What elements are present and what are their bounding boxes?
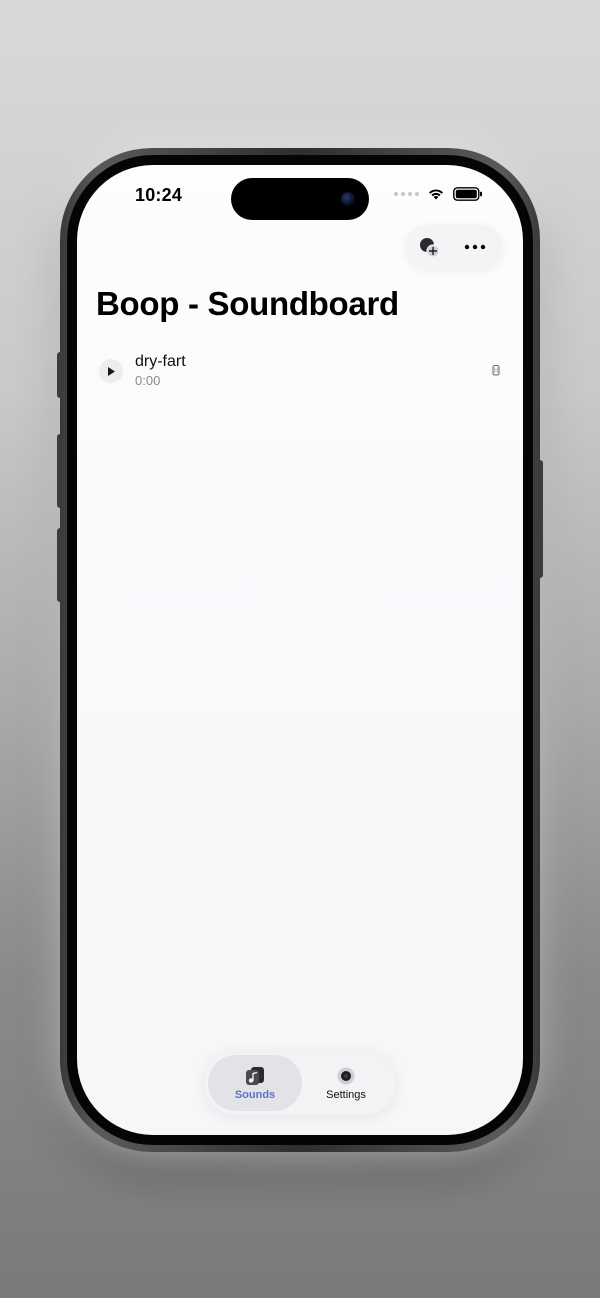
status-time: 10:24: [135, 185, 183, 205]
power-button: [537, 460, 543, 578]
cellular-signal-icon: [394, 192, 419, 196]
list-item[interactable]: dry-fart 0:00: [77, 347, 523, 395]
volume-down-button: [57, 528, 63, 602]
ellipsis-icon: [464, 244, 486, 250]
app-screen: 10:24 Boop - Soundboard dry-fart 0:00 So…: [77, 165, 523, 1135]
play-icon: [108, 366, 115, 376]
sound-name: dry-fart: [135, 353, 186, 370]
tab-settings-label: Settings: [326, 1088, 366, 1101]
page-title: Boop - Soundboard: [96, 285, 399, 322]
more-options-button[interactable]: [461, 233, 489, 261]
dynamic-island: [231, 178, 369, 220]
wifi-icon: [429, 189, 443, 200]
volume-up-button: [57, 434, 63, 508]
gear-icon: [337, 1067, 355, 1084]
tab-sounds-label: Sounds: [234, 1088, 276, 1101]
status-indicators: [394, 187, 483, 201]
music-note-icon: [246, 1066, 264, 1085]
tab-bar: Sounds Settings: [204, 1051, 396, 1115]
play-button[interactable]: [99, 359, 123, 383]
front-camera: [341, 192, 355, 206]
tab-settings[interactable]: Settings: [300, 1055, 392, 1111]
add-sound-button[interactable]: [415, 233, 443, 261]
trash-icon: [492, 364, 500, 376]
top-actions-toolbar: [405, 225, 503, 269]
delete-sound-button[interactable]: [489, 362, 503, 378]
battery-icon: [453, 187, 482, 201]
sound-info: dry-fart 0:00: [135, 352, 186, 389]
add-sound-icon: [420, 238, 440, 258]
tab-sounds[interactable]: Sounds: [208, 1055, 302, 1111]
action-button: [57, 352, 63, 398]
sound-list: dry-fart 0:00: [77, 347, 523, 395]
sound-duration: 0:00: [135, 373, 161, 388]
